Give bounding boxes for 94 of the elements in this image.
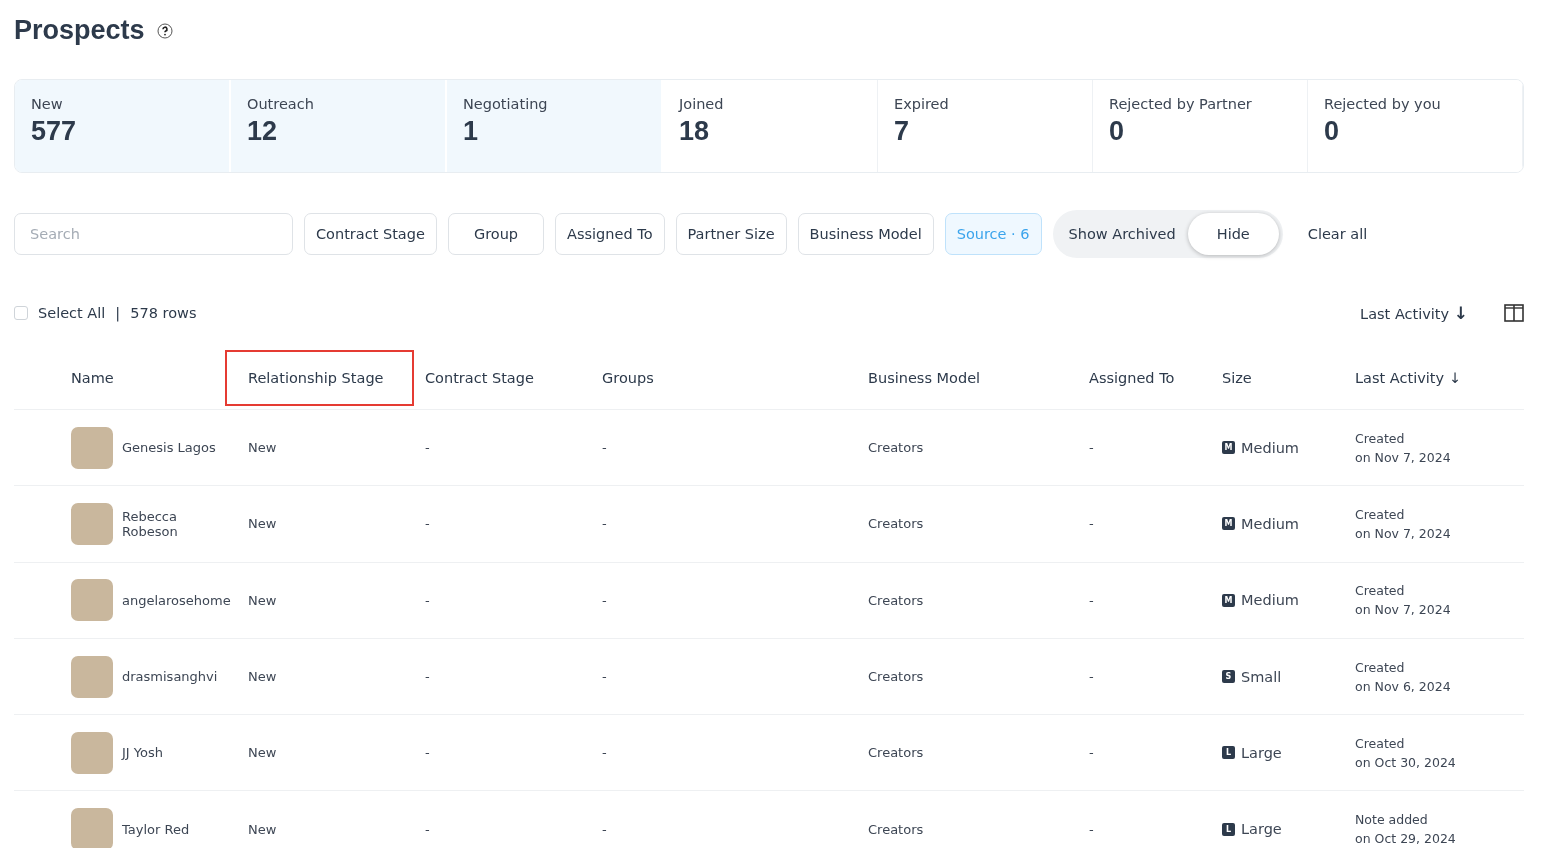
prospect-name[interactable]: Taylor Red <box>122 821 190 837</box>
table-cell: - <box>1089 745 1094 761</box>
table-cell: - <box>602 821 607 837</box>
filter-button[interactable]: Business Model <box>797 213 934 255</box>
stage-tab[interactable]: Outreach 12 <box>231 80 447 172</box>
table-cell: - <box>425 821 430 837</box>
help-icon[interactable] <box>156 23 173 39</box>
size-label: Medium <box>1241 592 1299 609</box>
toggle-option[interactable]: Hide <box>1187 213 1279 255</box>
column-header[interactable]: Name <box>71 370 114 386</box>
prospect-name[interactable]: Rebecca Robeson <box>122 508 225 539</box>
table-cell: Creators <box>868 821 924 837</box>
prospect-name[interactable]: JJ Yosh <box>122 745 163 761</box>
size-badge: M <box>1222 517 1235 531</box>
table-cell: - <box>425 516 430 532</box>
toggle-label: Show Archived <box>1068 226 1176 242</box>
filter-button[interactable]: Partner Size <box>675 213 787 255</box>
table-cell: Creators <box>868 669 924 685</box>
separator: | <box>115 305 121 321</box>
table-cell: - <box>425 592 430 608</box>
column-header[interactable]: Last Activity ↓ <box>1355 370 1461 386</box>
activity-label: Created <box>1355 506 1406 522</box>
filter-button[interactable]: Group <box>447 213 545 255</box>
activity-label: Created <box>1355 735 1406 751</box>
size-label: Small <box>1241 668 1282 685</box>
size-badge: M <box>1222 593 1235 607</box>
photo-placeholder <box>71 655 113 698</box>
select-all-checkbox[interactable] <box>14 306 28 320</box>
table-cell: New <box>248 745 277 761</box>
table-cell: New <box>248 440 277 456</box>
prospect-name[interactable]: Genesis Lagos <box>122 440 216 456</box>
column-header[interactable]: Contract Stage <box>425 370 534 386</box>
table-cell: New <box>248 669 277 685</box>
size-badge: S <box>1222 670 1235 684</box>
prospect-name[interactable]: angelarosehome <box>122 592 231 608</box>
table-cell: New <box>248 516 277 532</box>
activity-date: on Nov 7, 2024 <box>1355 525 1452 541</box>
table-cell: Creators <box>868 592 924 608</box>
size-label: Large <box>1241 821 1282 838</box>
size-label: Medium <box>1241 515 1299 532</box>
size-label: Large <box>1241 744 1282 761</box>
column-header[interactable]: Business Model <box>868 370 981 386</box>
activity-date: on Nov 7, 2024 <box>1355 449 1452 465</box>
stage-tab[interactable]: New 577 <box>15 80 231 172</box>
table-cell: - <box>1089 440 1094 456</box>
table-cell: - <box>602 516 607 532</box>
table-cell: - <box>425 669 430 685</box>
size-badge: L <box>1222 746 1235 760</box>
table-cell: - <box>425 440 430 456</box>
table-cell: Creators <box>868 516 924 532</box>
filter-button[interactable]: Contract Stage <box>304 213 437 255</box>
activity-label: Created <box>1355 583 1406 599</box>
filter-button[interactable]: Assigned To <box>555 213 665 255</box>
column-header[interactable]: Size <box>1222 370 1252 386</box>
table-cell: - <box>602 669 607 685</box>
photo-placeholder <box>71 426 113 469</box>
page-title: Prospects <box>14 14 145 46</box>
table-cell: Creators <box>868 440 924 456</box>
table-cell: Creators <box>868 745 924 761</box>
clear-all-link[interactable]: Clear all <box>1307 226 1368 242</box>
table-cell: - <box>1089 821 1094 837</box>
row-count: 578 rows <box>130 305 197 321</box>
photo-placeholder <box>71 808 113 848</box>
table-cell: - <box>1089 669 1094 685</box>
column-header[interactable]: Groups <box>602 370 654 386</box>
table-cell: - <box>1089 516 1094 532</box>
size-badge: M <box>1222 441 1235 455</box>
table-cell: New <box>248 592 277 608</box>
activity-label: Created <box>1355 659 1406 675</box>
photo-placeholder <box>71 502 113 545</box>
activity-label: Note added <box>1355 812 1429 828</box>
stage-tab[interactable]: Negotiating 1 <box>447 80 663 172</box>
table-cell: - <box>602 440 607 456</box>
table-cell: - <box>602 592 607 608</box>
size-label: Medium <box>1241 439 1299 456</box>
table-cell: - <box>425 745 430 761</box>
select-all-label[interactable]: Select All <box>38 305 106 321</box>
activity-date: on Oct 29, 2024 <box>1355 831 1457 847</box>
column-header[interactable]: Assigned To <box>1089 370 1175 386</box>
table-cell: New <box>248 821 277 837</box>
sort-button[interactable]: Last Activity ↓ <box>1360 303 1468 323</box>
columns-icon[interactable] <box>1504 304 1524 322</box>
column-header[interactable]: Relationship Stage <box>225 350 414 406</box>
activity-date: on Oct 30, 2024 <box>1355 754 1457 770</box>
size-badge: L <box>1222 822 1235 836</box>
activity-date: on Nov 7, 2024 <box>1355 602 1452 618</box>
photo-placeholder <box>71 579 113 622</box>
activity-date: on Nov 6, 2024 <box>1355 678 1452 694</box>
table-cell: - <box>1089 592 1094 608</box>
search-field[interactable]: Search <box>14 213 293 255</box>
photo-placeholder <box>71 731 113 774</box>
prospect-name[interactable]: drasmisanghvi <box>122 669 218 685</box>
table-cell: - <box>602 745 607 761</box>
activity-label: Created <box>1355 430 1406 446</box>
